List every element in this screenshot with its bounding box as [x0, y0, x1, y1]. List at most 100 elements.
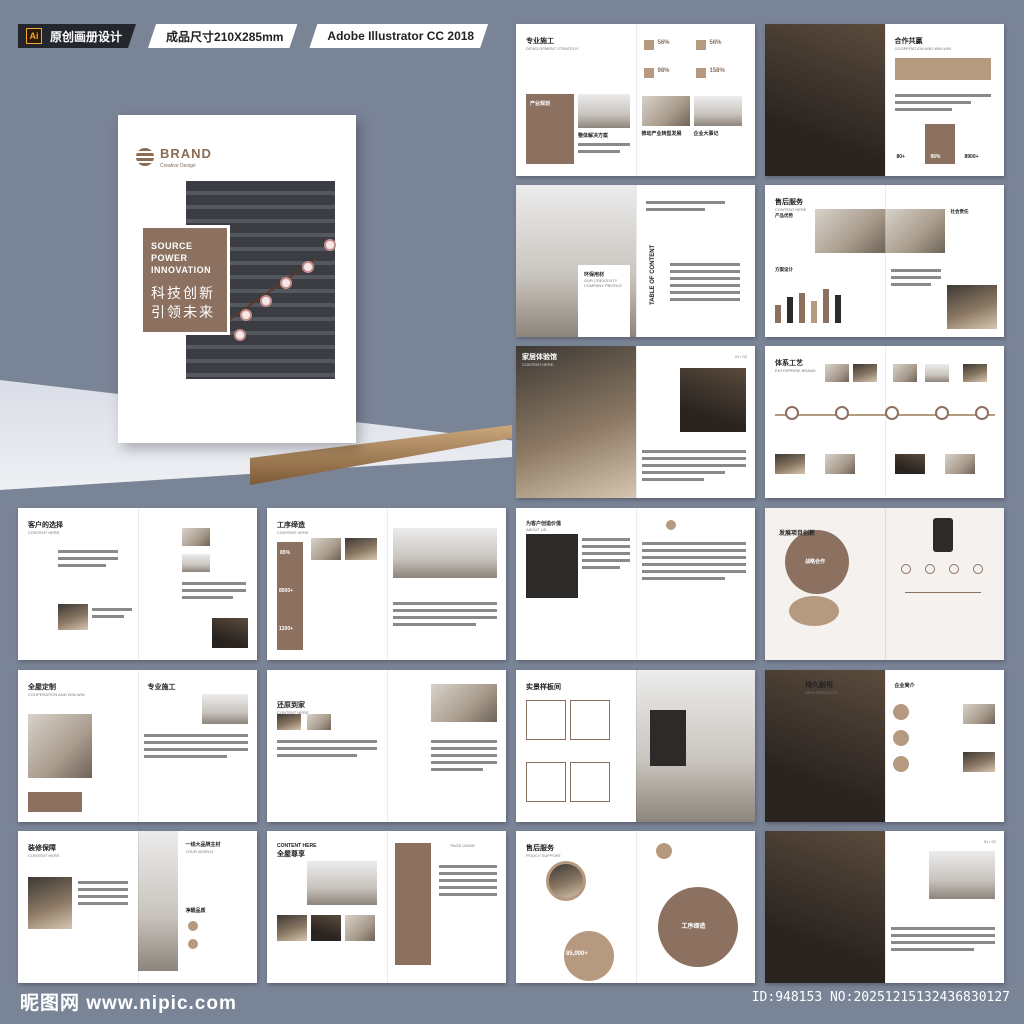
brand-logo-icon: [136, 148, 154, 166]
stat-value: 158%: [709, 68, 725, 74]
spread-title: 实景样板间: [526, 684, 561, 691]
spread-12: 还原到家 CONTENT HERE: [267, 670, 506, 822]
tag-label: 成品尺寸210X285mm: [166, 29, 284, 44]
block-label: 产业规划: [530, 101, 551, 107]
tag-label: Adobe Illustrator CC 2018: [327, 29, 475, 43]
spread-title: 客户的选择: [28, 522, 63, 529]
cover-cn-2: 引领未来: [151, 304, 215, 320]
spread-17: 售后服务 POLICY SUPPORT 85,000+ 工序缔造: [516, 831, 755, 983]
header-tags: Ai 原创画册设计 成品尺寸210X285mm Adobe Illustrato…: [18, 24, 488, 48]
ai-icon: Ai: [26, 28, 42, 44]
spread-4: 售后服务 CONTENT HERE 产品优势 方案设计 社会责任: [765, 185, 1004, 337]
spread-subtitle: CONTENT HERE: [522, 362, 554, 367]
spread-10: 发展项目创新 战略合作: [765, 508, 1004, 660]
spread-title: 售后服务: [526, 845, 554, 852]
spread-11: 全屋定制 COOPERATION AND WIN-WIN 专业施工: [18, 670, 257, 822]
stat-value: 1200+: [279, 626, 294, 632]
spread-subtitle: POLICY SUPPORT: [526, 853, 561, 858]
label: 战略合作: [805, 559, 826, 565]
section-title: 净醛品质: [185, 908, 206, 914]
spread-2: 合作共赢 COOPERATION AND WIN-WIN 80+ 96% 890…: [765, 24, 1004, 176]
spread-title: 环保用材: [584, 272, 605, 278]
spread-subtitle: NEW PRODUCTS: [805, 690, 838, 695]
spread-8: 工序缔造 CONTENT HERE 85% 8500+ 1200+: [267, 508, 506, 660]
stat-value: 96%: [930, 154, 941, 160]
spread-7: 客户的选择 CONTENT HERE: [18, 508, 257, 660]
section-subtitle: YOUR WORLD: [185, 849, 214, 854]
spread-title: 专业施工: [526, 38, 554, 45]
caption: 整体解决方案: [578, 133, 609, 139]
spread-14: 持久耐用 NEW PRODUCTS 企业简介: [765, 670, 1004, 822]
tag-size: 成品尺寸210X285mm: [148, 24, 297, 48]
spread-13: 实景样板间: [516, 670, 755, 822]
spread-16: CONTENT HERE 全屋尊享 PAGE GUIDE: [267, 831, 506, 983]
spread-18: 01 / 02: [765, 831, 1004, 983]
label: 社会责任: [950, 209, 969, 214]
caption: 推动产业转型发展: [641, 131, 682, 137]
spread-3: 环保用材 OUR CREATIVITY COMPANY PROFILE TABL…: [516, 185, 755, 337]
stat-value: 85%: [280, 550, 291, 556]
section-title: 专业施工: [147, 684, 176, 691]
spread-title: 工序缔造: [277, 522, 305, 529]
spread-subtitle: ABOUT US: [526, 527, 547, 532]
spread-15: 装修保障 CONTENT HERE 一线大品牌主材 YOUR WORLD 净醛品…: [18, 831, 257, 983]
stat-value: 80+: [896, 154, 905, 160]
cover-en-2: POWER: [151, 253, 188, 263]
brand-sub: Creative Design: [160, 163, 196, 169]
spread-subtitle: CONTENT HERE: [28, 853, 60, 858]
spread-title: 发展项目创新: [779, 531, 816, 537]
image-id: ID:948153 NO:20251215132436830127: [751, 990, 1010, 1005]
tag-original-design: Ai 原创画册设计: [18, 24, 136, 48]
toc-label: TABLE OF CONTENT: [649, 244, 656, 305]
spread-subtitle: DEVELOPMENT STRATEGY: [526, 46, 579, 51]
spread-subtitle: CONTENT HERE: [28, 530, 60, 535]
cover-title-box: SOURCE POWER INNOVATION 科技创新 引领未来: [140, 225, 230, 335]
cover-en-3: INNOVATION: [151, 265, 212, 275]
spread-title: 为客户创造价值: [526, 521, 562, 527]
page-number: 01 / 02: [734, 354, 747, 359]
spread-subtitle: COOPERATION AND WIN-WIN: [894, 46, 952, 51]
stat-value: 8900+: [964, 154, 979, 160]
spread-6: 体系工艺 ENTERPRISE BRAND: [765, 346, 1004, 498]
brand-name: BRAND: [160, 146, 212, 161]
watermark-logo: 昵图网 www.nipic.com: [20, 993, 237, 1014]
cover-brand: BRAND Creative Design: [136, 145, 212, 169]
stat-value: 8500+: [279, 588, 294, 594]
spread-title: 全屋尊享: [277, 851, 305, 858]
spread-title: 还原到家: [277, 702, 305, 709]
page-number: 01 / 02: [983, 839, 996, 844]
section-title: 一线大品牌主材: [185, 842, 221, 848]
spread-subtitle: COOPERATION AND WIN-WIN: [28, 692, 85, 697]
spread-9: 为客户创造价值 ABOUT US: [516, 508, 755, 660]
spread-1: 专业施工 DEVELOPMENT STRATEGY 产业规划 整体解决方案 56…: [516, 24, 755, 176]
spread-title: 全屋定制: [28, 684, 56, 691]
blossom-icon: [236, 331, 244, 339]
tag-software: Adobe Illustrator CC 2018: [309, 24, 488, 48]
page-guide: PAGE GUIDE: [450, 843, 476, 848]
circle-label: 工序缔造: [681, 924, 706, 930]
cover-cn-1: 科技创新: [151, 285, 215, 301]
section-title: 企业简介: [894, 683, 915, 689]
spread-title: 装修保障: [28, 845, 56, 852]
label: 方案设计: [775, 267, 793, 272]
blossom-icon: [242, 311, 250, 319]
stat-value: 56%: [657, 40, 670, 46]
spread-title: 持久耐用: [805, 682, 833, 689]
blossom-icon: [304, 263, 312, 271]
label: 产品优势: [775, 213, 793, 218]
blossom-icon: [326, 241, 334, 249]
spread-title: 售后服务: [775, 199, 803, 206]
stat-value: 56%: [709, 40, 722, 46]
tag-label: 原创画册设计: [50, 29, 123, 44]
spread-title: 合作共赢: [894, 38, 923, 45]
spread-5: 家居体验馆 CONTENT HERE 01 / 02: [516, 346, 755, 498]
stat-value: 85,000+: [566, 951, 588, 957]
blossom-icon: [282, 279, 290, 287]
caption: 企业大事记: [693, 131, 719, 137]
cover-en-1: SOURCE: [151, 241, 193, 251]
spread-title: 家居体验馆: [522, 354, 557, 361]
blossom-icon: [262, 297, 270, 305]
brochure-cover: BRAND Creative Design SOURCE POWER INNOV…: [118, 115, 356, 443]
stat-value: 98%: [657, 68, 670, 74]
spread-subtitle: OUR CREATIVITY COMPANY PROFILE: [584, 278, 623, 288]
